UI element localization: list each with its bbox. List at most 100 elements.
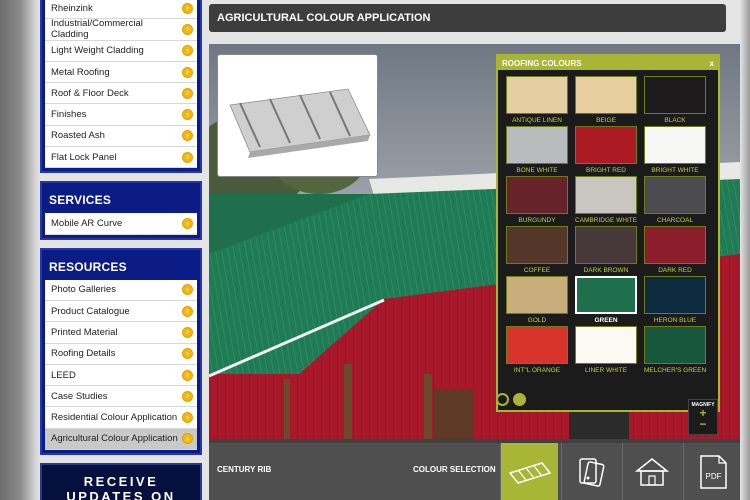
sidebar-item-agricultural-colour-application[interactable]: Agricultural Colour Application › [45,428,197,451]
colour-swatch [575,176,637,214]
colour-option-heron-blue[interactable]: HERON BLUE [644,276,706,326]
colour-option-bright-white[interactable]: BRIGHT WHITE [644,126,706,176]
page-title: AGRICULTURAL COLOUR APPLICATION [217,12,431,24]
sidebar-item-light-weight-cladding[interactable]: Light Weight Cladding › [45,40,197,62]
profile-thumbnail [217,54,378,177]
swatch-selector-button[interactable] [561,443,619,500]
sidebar-item-roof-floor-deck[interactable]: Roof & Floor Deck › [45,83,197,105]
products-list: Rheinzink › Industrial/Commercial Cladding… [45,0,197,169]
colour-swatch [506,126,568,164]
colour-name: INT"L ORANGE [513,367,561,374]
colour-option-int-l-orange[interactable]: INT"L ORANGE [506,326,568,376]
sidebar-item-label: Printed Material [51,326,118,338]
chevron-right-icon: › [182,433,193,445]
pager-dot-2[interactable] [513,393,526,406]
colour-swatch [575,226,637,264]
colour-option-bright-red[interactable]: BRIGHT RED [575,126,637,176]
sidebar-item-rheinzink[interactable]: Rheinzink › [45,0,197,20]
colour-option-dark-brown[interactable]: DARK BROWN [575,226,637,276]
pdf-label: PDF [705,472,721,481]
sidebar-item-printed-material[interactable]: Printed Material › [45,322,197,344]
sidebar-item-residential-colour-application[interactable]: Residential Colour Application › [45,407,197,429]
sidebar-item-product-catalogue[interactable]: Product Catalogue › [45,300,197,323]
chevron-right-icon: › [182,218,193,230]
colour-swatch [644,176,706,214]
colour-name: BRIGHT WHITE [651,167,699,174]
sidebar-item-roasted-ash[interactable]: Roasted Ash › [45,125,197,148]
colour-option-green[interactable]: GREEN [575,276,637,326]
pdf-download-button[interactable]: PDF [683,443,740,500]
colour-name: DARK BROWN [583,267,629,274]
colour-swatch [575,326,637,364]
colour-option-coffee[interactable]: COFFEE [506,226,568,276]
sidebar-item-label: Agricultural Colour Application [51,433,178,445]
colour-name: BONE WHITE [516,167,558,174]
roof-panel-icon [508,461,551,484]
colour-option-antique-linen[interactable]: ANTIQUE LINEN [506,76,568,126]
colour-swatch [506,226,568,264]
century-rib-panel-image [229,88,371,158]
colour-swatch [506,276,568,314]
colour-selection-label: COLOUR SELECTION [413,465,496,474]
colour-name: BRIGHT RED [586,167,626,174]
sidebar-item-label: Industrial/Commercial Cladding [51,18,143,41]
colour-option-charcoal[interactable]: CHARCOAL [644,176,706,226]
sidebar-item-label: Metal Roofing [51,66,110,78]
building-type-button[interactable] [622,443,680,500]
chevron-right-icon: › [182,305,193,317]
sidebar-item-case-studies[interactable]: Case Studies › [45,386,197,408]
colour-option-black[interactable]: BLACK [644,76,706,126]
colour-option-burgundy[interactable]: BURGUNDY [506,176,568,226]
sidebar-item-flat-lock-panel[interactable]: Flat Lock Panel › [45,147,197,169]
sidebar-item-mobile-ar-curve[interactable]: Mobile AR Curve › [45,213,197,235]
colour-option-bone-white[interactable]: BONE WHITE [506,126,568,176]
colour-name: CHARCOAL [656,217,694,224]
colour-option-liner-white[interactable]: LINER WHITE [575,326,637,376]
colour-name: CAMBRIDGE WHITE [575,217,638,224]
roof-profile-button[interactable] [500,443,558,500]
chevron-right-icon: › [182,369,193,381]
sidebar-item-finishes[interactable]: Finishes › [45,104,197,126]
chevron-right-icon: › [182,130,193,142]
colour-option-dark-red[interactable]: DARK RED [644,226,706,276]
sidebar-item-roofing-details[interactable]: Roofing Details › [45,343,197,365]
chevron-right-icon: › [182,2,193,14]
product-name-label: CENTURY RIB [217,465,272,474]
colour-name: GOLD [527,317,547,324]
sidebar-item-metal-roofing[interactable]: Metal Roofing › [45,61,197,84]
sidebar-item-label: Case Studies [51,390,108,402]
chevron-right-icon: › [182,348,193,360]
colour-name: HERON BLUE [653,317,697,324]
colour-option-gold[interactable]: GOLD [506,276,568,326]
colour-name: GREEN [594,317,618,324]
chevron-right-icon: › [182,23,193,35]
sidebar-item-label: Residential Colour Application [51,412,178,424]
chevron-right-icon: › [182,151,193,163]
newsletter-banner[interactable]: RECEIVE UPDATES ON [40,463,202,500]
sidebar-item-label: Photo Galleries [51,284,116,296]
colour-option-melcher-s-green[interactable]: MELCHER'S GREEN [644,326,706,376]
sidebar-item-label: Light Weight Cladding [51,45,144,57]
services-box: SERVICES Mobile AR Curve › [40,181,202,240]
panel-close-button[interactable]: x [710,59,714,68]
sidebar-item-leed[interactable]: LEED › [45,364,197,387]
colour-grid: ANTIQUE LINEN BEIGE BLACK BONE WHITE BRIGHT … [498,70,718,376]
colour-option-cambridge-white[interactable]: CAMBRIDGE WHITE [575,176,637,226]
colour-swatch [575,126,637,164]
services-list: Mobile AR Curve › [45,213,197,235]
pager-dot-1[interactable] [496,393,509,406]
sidebar-item-photo-galleries[interactable]: Photo Galleries › [45,279,197,301]
colour-name: BLACK [664,117,686,124]
colour-name: DARK RED [658,267,692,274]
sidebar-item-label: Finishes [51,109,87,121]
products-box: Rheinzink › Industrial/Commercial Cladding… [40,0,202,174]
services-title: SERVICES [49,193,112,208]
pager-dots [496,393,526,406]
colour-option-beige[interactable]: BEIGE [575,76,637,126]
sidebar-item-industrial-commercial-cladding[interactable]: Industrial/Commercial Cladding › [45,18,197,41]
colour-swatch [644,276,706,314]
chevron-right-icon: › [182,412,193,424]
colour-name: BEIGE [596,117,616,124]
zoom-out-button[interactable]: − [689,418,717,430]
sidebar-item-label: Rheinzink [51,2,93,14]
